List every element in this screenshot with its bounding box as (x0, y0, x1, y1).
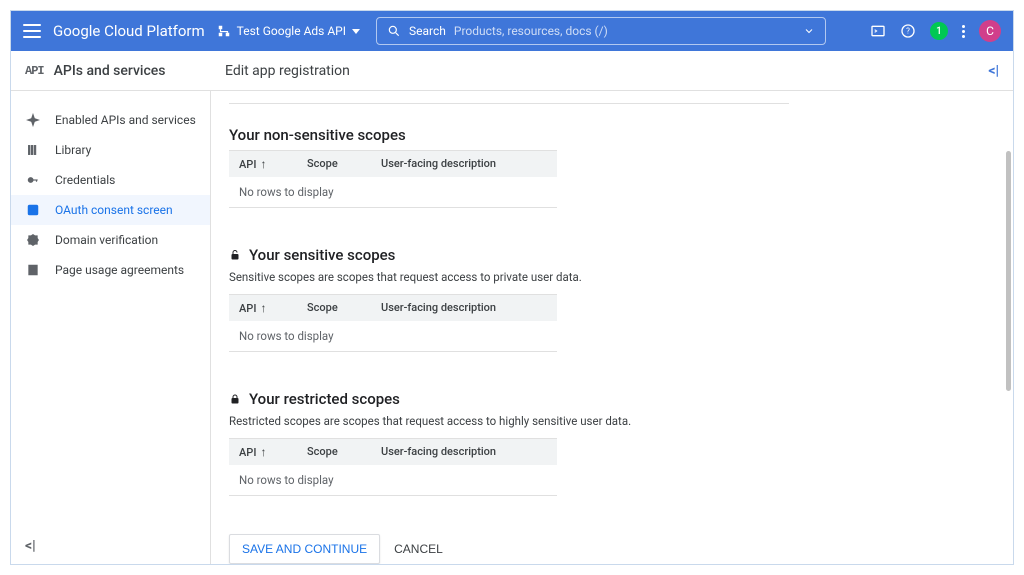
menu-icon[interactable] (23, 24, 41, 38)
empty-row: No rows to display (229, 465, 557, 496)
sidebar-item-label: Credentials (55, 173, 115, 187)
sidebar-item-library[interactable]: Library (11, 135, 210, 165)
search-icon (387, 24, 401, 38)
svg-text:?: ? (906, 27, 910, 36)
page-title: Edit app registration (211, 63, 350, 79)
empty-row: No rows to display (229, 321, 557, 352)
section-title: Your non-sensitive scopes (229, 126, 789, 144)
sidebar-item-label: Library (55, 143, 91, 157)
column-scope[interactable]: Scope (307, 445, 381, 459)
sidebar-item-label: OAuth consent screen (55, 203, 173, 217)
api-logo-icon: API (25, 64, 44, 78)
sidebar-item-domain-verification[interactable]: Domain verification (11, 225, 210, 255)
lock-icon (229, 392, 241, 406)
table-header: API↑ Scope User-facing description (229, 439, 557, 465)
column-description[interactable]: User-facing description (381, 157, 547, 171)
agreement-icon (25, 262, 41, 278)
section-description: Sensitive scopes are scopes that request… (229, 270, 789, 284)
notifications-badge[interactable]: 1 (930, 22, 948, 40)
scopes-table: API↑ Scope User-facing description No ro… (229, 150, 557, 208)
search-input[interactable]: Search Products, resources, docs (/) (376, 17, 826, 45)
page-header: API APIs and services Edit app registrat… (11, 51, 1013, 91)
sidebar-item-credentials[interactable]: Credentials (11, 165, 210, 195)
brand-title: Google Cloud Platform (53, 22, 205, 40)
project-name: Test Google Ads API (237, 24, 346, 38)
top-bar: Google Cloud Platform Test Google Ads AP… (11, 11, 1013, 51)
cloud-shell-icon[interactable] (870, 23, 886, 39)
project-tree-icon (217, 24, 231, 38)
sidebar-item-page-usage[interactable]: Page usage agreements (11, 255, 210, 285)
main-content: Your non-sensitive scopes API↑ Scope Use… (211, 91, 1013, 564)
avatar[interactable]: C (979, 20, 1001, 42)
key-icon (25, 172, 41, 188)
column-scope[interactable]: Scope (307, 301, 381, 315)
library-icon (25, 142, 41, 158)
sidebar-item-label: Domain verification (55, 233, 158, 247)
cancel-button[interactable]: CANCEL (394, 542, 443, 556)
section-restricted: Your restricted scopes Restricted scopes… (229, 390, 789, 496)
dashboard-icon (25, 112, 41, 128)
scopes-table: API↑ Scope User-facing description No ro… (229, 438, 557, 496)
table-header: API↑ Scope User-facing description (229, 151, 557, 177)
divider (229, 103, 789, 104)
scrollbar[interactable] (1005, 91, 1011, 564)
consent-icon (25, 202, 41, 218)
column-description[interactable]: User-facing description (381, 301, 547, 315)
collapse-right-icon[interactable]: <| (988, 63, 999, 79)
column-api[interactable]: API↑ (239, 157, 307, 171)
sort-arrow-up-icon: ↑ (260, 445, 266, 459)
section-non-sensitive: Your non-sensitive scopes API↑ Scope Use… (229, 126, 789, 208)
lock-open-icon (229, 248, 241, 262)
sidebar-item-enabled-apis[interactable]: Enabled APIs and services (11, 105, 210, 135)
scopes-table: API↑ Scope User-facing description No ro… (229, 294, 557, 352)
sidebar-item-label: Page usage agreements (55, 263, 184, 277)
sidebar-item-oauth-consent[interactable]: OAuth consent screen (11, 195, 210, 225)
sort-arrow-up-icon: ↑ (260, 157, 266, 171)
sidebar-title: APIs and services (54, 63, 166, 79)
search-label: Search (409, 24, 446, 38)
save-and-continue-button[interactable]: SAVE AND CONTINUE (229, 534, 380, 564)
column-description[interactable]: User-facing description (381, 445, 547, 459)
verified-icon (25, 232, 41, 248)
column-api[interactable]: API↑ (239, 445, 307, 459)
chevron-down-icon (803, 25, 815, 37)
section-description: Restricted scopes are scopes that reques… (229, 414, 789, 428)
help-icon[interactable]: ? (900, 23, 916, 39)
more-menu-icon[interactable] (962, 25, 965, 38)
column-scope[interactable]: Scope (307, 157, 381, 171)
section-title: Your sensitive scopes (229, 246, 789, 264)
collapse-left-icon[interactable]: <| (25, 538, 36, 554)
project-selector[interactable]: Test Google Ads API (217, 24, 360, 38)
section-sensitive: Your sensitive scopes Sensitive scopes a… (229, 246, 789, 352)
sort-arrow-up-icon: ↑ (260, 301, 266, 315)
search-placeholder: Products, resources, docs (/) (454, 24, 608, 38)
empty-row: No rows to display (229, 177, 557, 208)
section-title: Your restricted scopes (229, 390, 789, 408)
chevron-down-icon (352, 29, 360, 34)
action-row: SAVE AND CONTINUE CANCEL (229, 534, 789, 564)
sidebar: Enabled APIs and services Library Creden… (11, 91, 211, 564)
column-api[interactable]: API↑ (239, 301, 307, 315)
sidebar-item-label: Enabled APIs and services (55, 113, 196, 127)
table-header: API↑ Scope User-facing description (229, 295, 557, 321)
